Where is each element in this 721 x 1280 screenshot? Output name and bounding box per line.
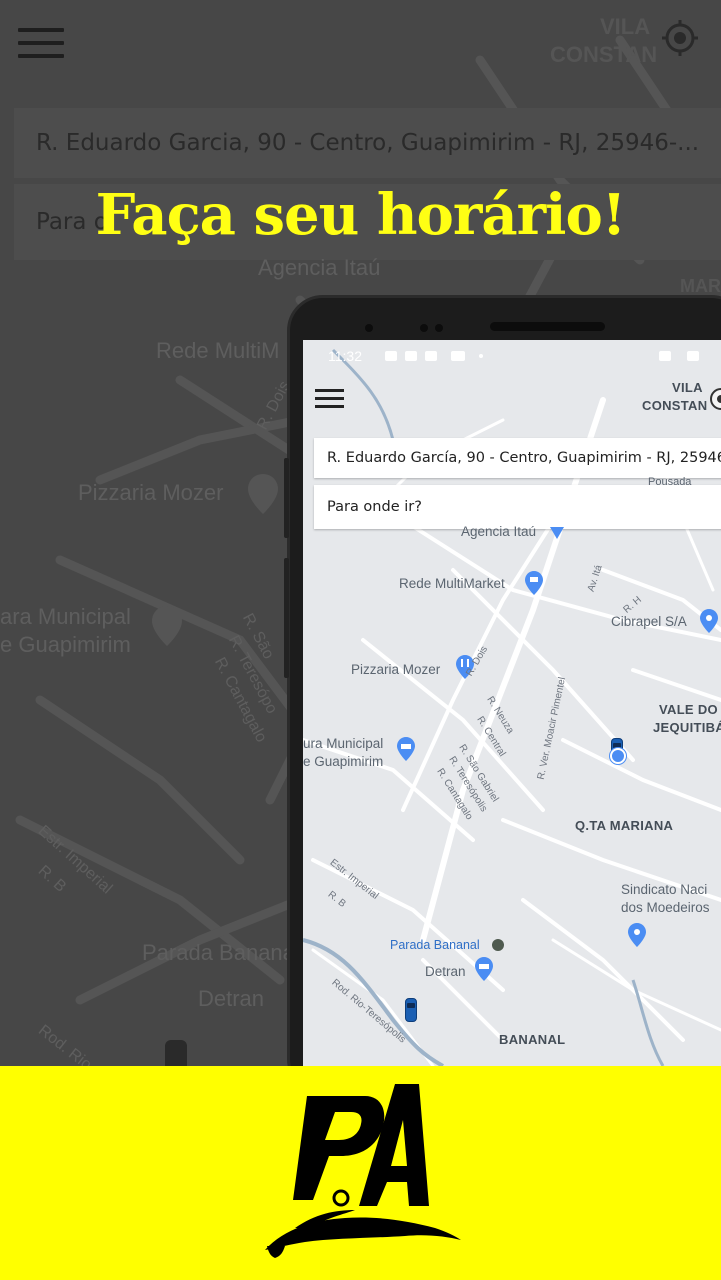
place-pin-icon[interactable] <box>627 922 647 948</box>
bg-label-camara-1: ara Municipal <box>0 604 131 629</box>
bg-label-mar: MAR <box>680 276 721 296</box>
place-pin-icon[interactable] <box>699 608 719 634</box>
map-label-cibrapel: Cibrapel S/A <box>611 614 687 629</box>
map-label-detran: Detran <box>425 964 466 979</box>
bg-label-camara-2: e Guapimirim <box>0 632 131 657</box>
bg-pin-icon <box>152 606 182 646</box>
headline: Faça seu horário! <box>95 182 627 248</box>
youtube-icon <box>451 351 465 361</box>
bg-label-pizzaria: Pizzaria Mozer <box>78 480 224 505</box>
map-label-qta-mariana: Q.TA MARIANA <box>575 818 674 833</box>
phone-sensor <box>420 324 428 332</box>
map-label-vale-do: VALE DO <box>659 702 718 717</box>
phone-screen: 11:32 VILA CONSTAN R. Eduardo García, 90… <box>303 340 721 1066</box>
bg-label-detran: Detran <box>198 986 265 1011</box>
map-label-camara-2: e Guapimirim <box>303 754 384 769</box>
map-label-bananal: BANANAL <box>499 1032 566 1047</box>
phone-side-button <box>284 558 289 678</box>
notification-icon <box>425 351 437 361</box>
map-label-sindicato-1: Sindicato Naci <box>621 882 708 897</box>
map-label-constan: CONSTAN <box>642 398 708 413</box>
map-label-jequitiba: JEQUITIBÁ <box>653 720 721 735</box>
map-label-parada-bananal: Parada Bananal <box>390 938 480 952</box>
background-menu-icon <box>18 28 64 58</box>
car-icon[interactable] <box>405 998 417 1022</box>
phone-sensor <box>365 324 373 332</box>
background-gps-icon <box>662 20 698 56</box>
map-label-rede-multimarket: Rede MultiMarket <box>399 576 505 591</box>
shop-pin-icon[interactable] <box>524 570 544 596</box>
menu-icon[interactable] <box>315 389 344 409</box>
gps-locate-icon[interactable] <box>708 386 721 412</box>
background-origin-field: R. Eduardo Garcia, 90 - Centro, Guapimir… <box>14 108 721 178</box>
bg-label-rede: Rede MultiM <box>156 338 280 363</box>
bg-car-icon <box>165 1040 187 1066</box>
origin-address-field[interactable]: R. Eduardo García, 90 - Centro, Guapimir… <box>314 438 721 478</box>
map-label-pizzaria-mozer: Pizzaria Mozer <box>351 662 441 677</box>
signal-icon <box>687 351 699 361</box>
status-time: 11:32 <box>328 348 362 364</box>
notification-icon <box>385 351 397 361</box>
status-bar: 11:32 <box>303 340 721 372</box>
government-pin-icon[interactable] <box>396 736 416 762</box>
bg-pin-icon <box>248 474 278 514</box>
phone-speaker <box>490 322 605 331</box>
bg-label-constan: CONSTAN <box>550 42 658 67</box>
phone-sensor <box>435 324 443 332</box>
current-location-dot <box>610 748 626 764</box>
pa-car-logo <box>265 1084 461 1258</box>
map-label-sindicato-2: dos Moedeiros <box>621 900 710 915</box>
bg-label-parada: Parada Banana <box>142 940 295 965</box>
bg-label-agencia: Agencia Itaú <box>258 255 381 280</box>
bus-stop-icon[interactable] <box>491 938 505 952</box>
map-label-camara-1: ura Municipal <box>303 736 384 751</box>
government-pin-icon[interactable] <box>474 956 494 982</box>
phone-side-button <box>284 458 289 538</box>
map-label-vila: VILA <box>672 380 703 395</box>
dot-icon <box>479 354 483 358</box>
bg-label-vila: VILA <box>600 14 651 39</box>
wifi-icon <box>659 351 671 361</box>
notification-icon <box>405 351 417 361</box>
bank-pin-icon[interactable] <box>549 526 565 540</box>
map-label-agencia-itau: Agencia Itaú <box>461 524 537 539</box>
destination-input[interactable]: Para onde ir? <box>314 485 721 529</box>
